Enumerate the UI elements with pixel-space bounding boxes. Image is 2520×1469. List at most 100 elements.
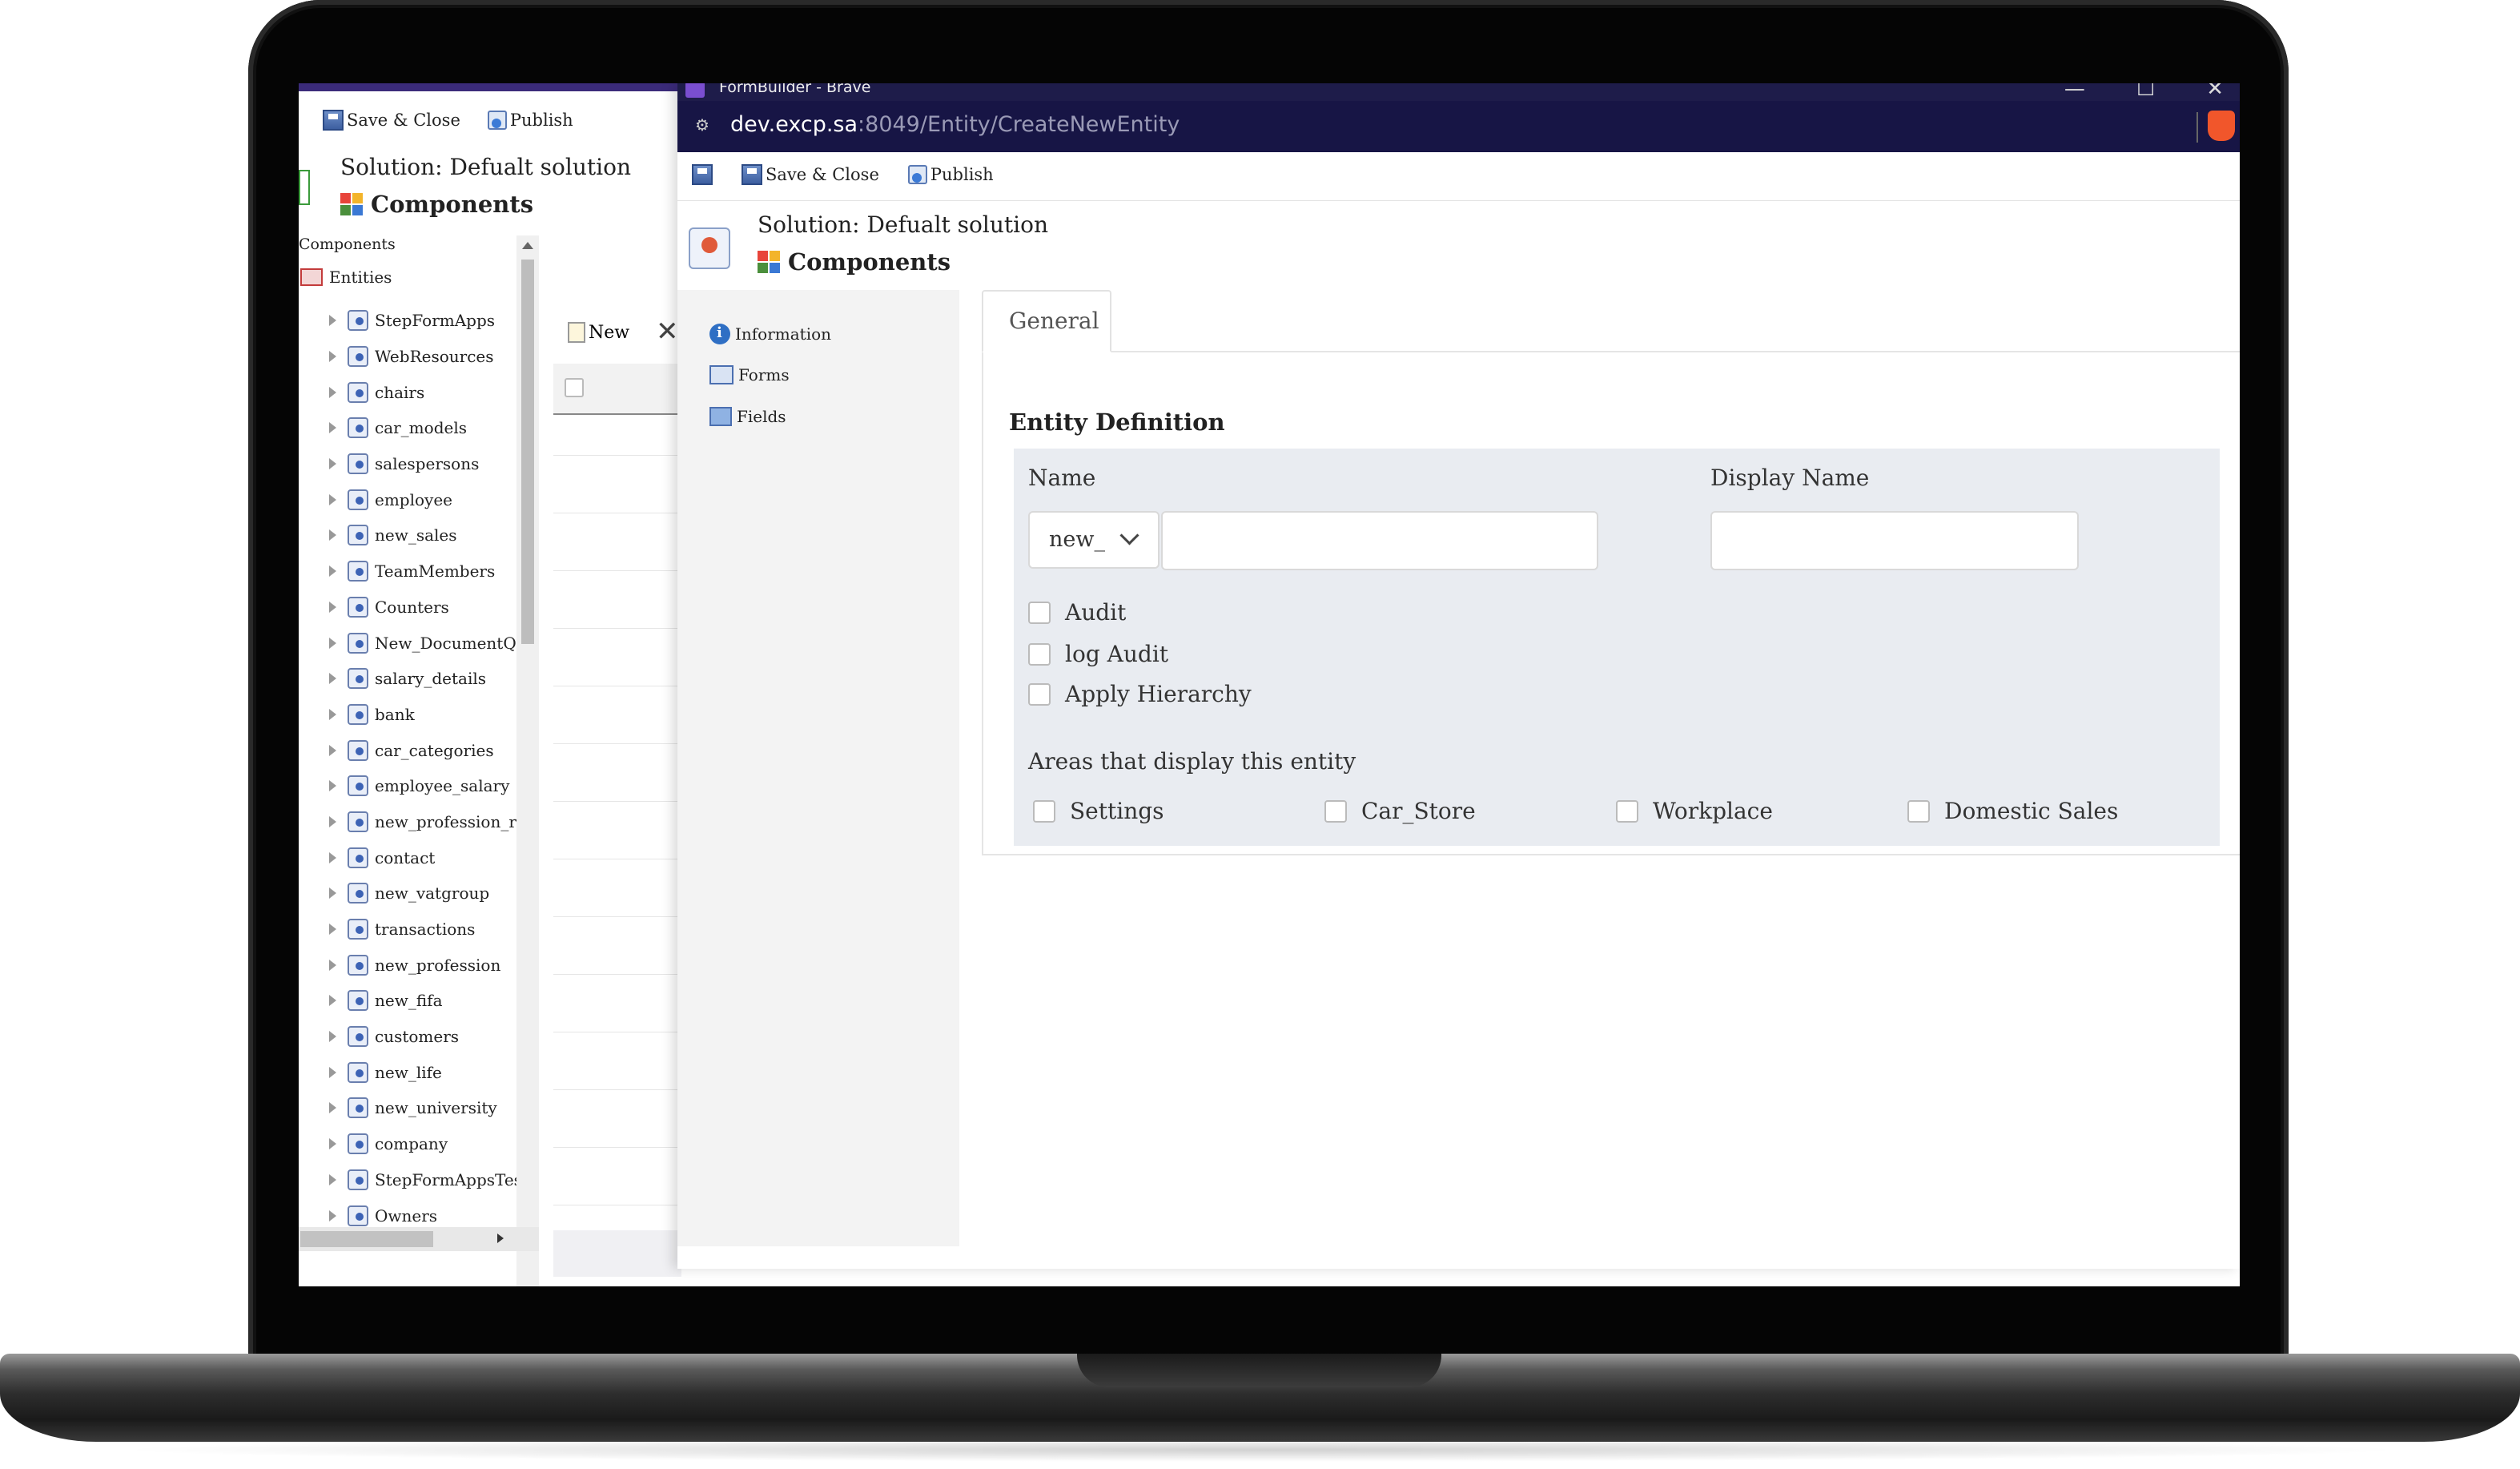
area-car-store-checkbox[interactable]: [1324, 799, 1347, 823]
tree-item[interactable]: new_sales: [329, 517, 529, 553]
expand-arrow-icon[interactable]: [329, 708, 336, 720]
tree-horizontal-scrollbar[interactable]: [299, 1227, 539, 1251]
expand-arrow-icon[interactable]: [329, 529, 336, 541]
tree-item[interactable]: transactions: [329, 912, 529, 948]
grid-delete-icon[interactable]: ✕: [656, 316, 679, 348]
name-input[interactable]: [1161, 511, 1598, 570]
scroll-up-arrow-icon[interactable]: [522, 242, 533, 249]
audit-checkbox-row[interactable]: Audit: [1028, 599, 1126, 626]
expand-arrow-icon[interactable]: [329, 1066, 336, 1078]
expand-arrow-icon[interactable]: [329, 924, 336, 936]
tree-item[interactable]: car_categories: [329, 732, 529, 768]
expand-arrow-icon[interactable]: [329, 815, 336, 827]
back-save-close-button[interactable]: Save & Close: [323, 110, 460, 131]
brave-shields-icon[interactable]: [2208, 111, 2235, 141]
area-workplace-checkbox[interactable]: [1616, 799, 1638, 823]
entity-icon: [348, 525, 368, 546]
tab-general[interactable]: General: [982, 290, 1111, 352]
expand-arrow-icon[interactable]: [329, 1173, 336, 1185]
tree-item[interactable]: new_vatgroup: [329, 875, 529, 912]
prefix-select[interactable]: new_: [1028, 511, 1160, 569]
expand-arrow-icon[interactable]: [329, 673, 336, 685]
expand-arrow-icon[interactable]: [329, 995, 336, 1007]
tree-item[interactable]: new_profession: [329, 947, 529, 983]
nav-item-forms[interactable]: Forms: [709, 365, 790, 384]
area-domestic-sales-checkbox[interactable]: [1907, 799, 1930, 823]
nav-item-information[interactable]: Information: [709, 324, 831, 344]
maximize-icon[interactable]: ☐: [2136, 83, 2155, 101]
expand-arrow-icon[interactable]: [329, 458, 336, 470]
tree-item[interactable]: StepFormAppsTest: [329, 1162, 529, 1198]
site-info-icon[interactable]: ⚙: [695, 115, 714, 135]
log-audit-checkbox[interactable]: [1028, 642, 1051, 666]
scroll-right-arrow-icon[interactable]: [497, 1234, 504, 1243]
expand-arrow-icon[interactable]: [329, 601, 336, 613]
expand-arrow-icon[interactable]: [329, 959, 336, 971]
tree-item[interactable]: new_life: [329, 1054, 529, 1090]
tree-item[interactable]: company: [329, 1126, 529, 1162]
expand-arrow-icon[interactable]: [329, 493, 336, 505]
minimize-icon[interactable]: —: [2064, 83, 2085, 101]
apply-hierarchy-checkbox-row[interactable]: Apply Hierarchy: [1028, 681, 1252, 707]
tree-item[interactable]: employee: [329, 481, 529, 517]
front-toolbar: Save & Close Publish: [692, 159, 994, 191]
tree-node-entities[interactable]: Entities: [300, 268, 392, 287]
tree-item[interactable]: salespersons: [329, 446, 529, 482]
tree-item[interactable]: employee_salary: [329, 768, 529, 804]
back-publish-button[interactable]: Publish: [487, 111, 573, 130]
area-settings-row[interactable]: Settings: [1033, 798, 1164, 824]
tree-item[interactable]: salary_details: [329, 661, 529, 697]
tree-item[interactable]: new_fifa: [329, 983, 529, 1019]
audit-checkbox[interactable]: [1028, 601, 1051, 624]
tree-vertical-scrollbar[interactable]: [516, 235, 539, 1286]
expand-arrow-icon[interactable]: [329, 780, 336, 792]
tree-item[interactable]: customers: [329, 1019, 529, 1055]
expand-arrow-icon[interactable]: [329, 744, 336, 756]
expand-arrow-icon[interactable]: [329, 1209, 336, 1221]
close-icon[interactable]: ✕: [2206, 83, 2224, 101]
area-car-store-row[interactable]: Car_Store: [1324, 798, 1476, 824]
area-domestic-sales-row[interactable]: Domestic Sales: [1907, 798, 2118, 824]
display-name-input[interactable]: [1710, 511, 2079, 570]
expand-arrow-icon[interactable]: [329, 422, 336, 434]
expand-arrow-icon[interactable]: [329, 851, 336, 863]
tab-area: General Entity Definition Name new_ Disp…: [982, 290, 2240, 857]
expand-arrow-icon[interactable]: [329, 1102, 336, 1114]
save-icon[interactable]: [692, 164, 713, 185]
tree-item[interactable]: Counters: [329, 590, 529, 626]
expand-arrow-icon[interactable]: [329, 887, 336, 900]
grid-selected-row[interactable]: [553, 1230, 681, 1277]
tree-root-components[interactable]: Components: [299, 235, 396, 253]
tree-item[interactable]: contact: [329, 839, 529, 875]
expand-arrow-icon[interactable]: [329, 1031, 336, 1043]
save-close-button[interactable]: Save & Close: [742, 164, 879, 185]
tree-item[interactable]: StepFormApps: [329, 303, 529, 339]
apply-hierarchy-checkbox[interactable]: [1028, 682, 1051, 706]
grid-new-button[interactable]: New: [568, 322, 629, 343]
tree-item[interactable]: new_university: [329, 1090, 529, 1126]
tree-item[interactable]: New_DocumentQu: [329, 625, 529, 661]
expand-arrow-icon[interactable]: [329, 637, 336, 649]
expand-arrow-icon[interactable]: [329, 565, 336, 578]
tree-item[interactable]: WebResources: [329, 339, 529, 375]
expand-arrow-icon[interactable]: [329, 351, 336, 363]
area-workplace-row[interactable]: Workplace: [1616, 798, 1773, 824]
tree-item[interactable]: car_models: [329, 410, 529, 446]
tree-item[interactable]: new_profession_re: [329, 804, 529, 840]
publish-button[interactable]: Publish: [907, 165, 994, 184]
tree-item[interactable]: chairs: [329, 374, 529, 410]
scrollbar-thumb[interactable]: [521, 260, 534, 644]
tree-item[interactable]: bank: [329, 697, 529, 733]
area-settings-checkbox[interactable]: [1033, 799, 1055, 823]
horizontal-scrollbar-thumb[interactable]: [300, 1231, 433, 1247]
expand-arrow-icon[interactable]: [329, 315, 336, 327]
nav-item-fields[interactable]: Fields: [709, 407, 786, 426]
grid-select-all-checkbox[interactable]: [565, 378, 584, 397]
expand-arrow-icon[interactable]: [329, 1138, 336, 1150]
log-audit-checkbox-row[interactable]: log Audit: [1028, 641, 1168, 667]
app-icon: [685, 83, 705, 98]
chevron-down-icon: [1119, 525, 1139, 545]
url-field[interactable]: dev.excp.sa:8049/Entity/CreateNewEntity: [730, 112, 1180, 137]
tree-item[interactable]: TeamMembers: [329, 553, 529, 590]
expand-arrow-icon[interactable]: [329, 386, 336, 398]
